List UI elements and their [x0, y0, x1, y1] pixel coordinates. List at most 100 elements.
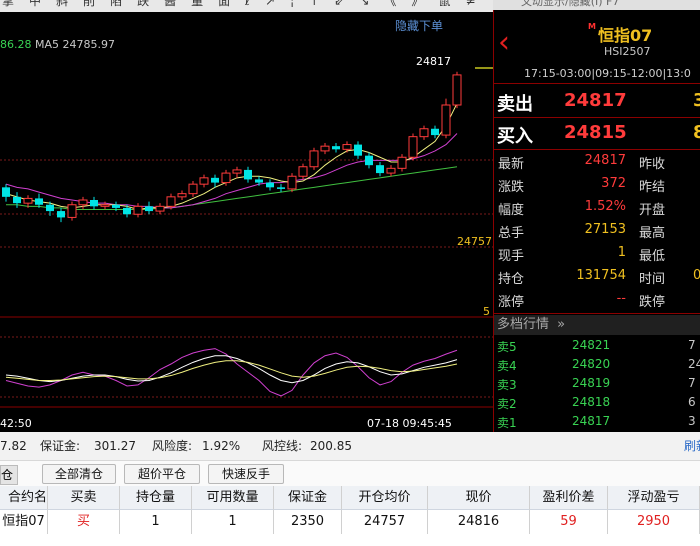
depth-volume: 3	[688, 414, 696, 428]
over-price-close-button[interactable]: 超价平仓	[124, 464, 200, 484]
quote-panel: ‹ M 恒指07 HSI2507 17:15-03:00|09:15-12:00…	[493, 10, 700, 432]
candle-body	[155, 205, 165, 212]
table-header-cell[interactable]: 盈利价差	[530, 486, 608, 510]
toolbar-tool-13-icon[interactable]: ⇙	[334, 0, 344, 7]
account-info-bar: 7.82 保证金: 301.27 风险度: 1.92% 风控线: 200.85 …	[0, 432, 700, 460]
table-cell[interactable]: 1	[192, 510, 274, 534]
candle-body	[386, 167, 396, 174]
candle-body	[320, 145, 330, 152]
candle-body	[376, 165, 384, 174]
depth-volume: 7	[688, 376, 696, 390]
toolbar-tool-7-icon[interactable]: 量	[191, 0, 203, 7]
toolbar-tool-6-icon[interactable]: 酱	[164, 0, 176, 7]
margin-value: 301.27	[94, 439, 136, 453]
table-cell[interactable]: 2350	[274, 510, 342, 534]
table-cell[interactable]: 恒指07	[0, 510, 48, 534]
candle-body	[57, 211, 65, 218]
candle-body	[2, 187, 10, 197]
top-right-menu[interactable]: 文动显示/隐藏(I) F7	[493, 0, 700, 10]
depth-row[interactable]: 卖4 24820 24	[494, 357, 700, 375]
table-cell[interactable]: 24816	[428, 510, 530, 534]
depth-price: 24821	[572, 338, 611, 352]
quote-row-value: 1.52%	[584, 199, 626, 214]
toolbar-tool-1-icon[interactable]: 中	[29, 0, 41, 7]
depth-row[interactable]: 卖3 24819 7	[494, 376, 700, 394]
double-chevron-down-icon[interactable]: »	[557, 317, 565, 332]
quote-row-label-2: 最高	[639, 226, 666, 241]
table-header-cell[interactable]: 持仓量	[120, 486, 192, 510]
toolbar-tool-15-icon[interactable]: 《	[384, 0, 396, 7]
toolbar-tool-3-icon[interactable]: 削	[83, 0, 95, 7]
candle-body	[112, 204, 120, 208]
toolbar-tool-9-icon[interactable]: ℓ	[245, 0, 250, 7]
tab-positions[interactable]: 持仓	[0, 465, 18, 485]
ma-legend: 86.28 MA5 24785.97	[0, 38, 115, 51]
quote-row-label-2: 最低	[639, 249, 666, 264]
candle-body	[452, 74, 462, 106]
candle-body	[354, 144, 362, 156]
positions-table: 合约名称恒指07买卖买持仓量1可用数量1保证金2350开仓均价24757现价24…	[0, 486, 700, 546]
table-cell[interactable]: 买	[48, 510, 120, 534]
table-header-cell[interactable]: 浮动盈亏	[608, 486, 700, 510]
avg-price-label: 24757	[457, 235, 492, 248]
contract-code: HSI2507	[604, 45, 651, 58]
kline-chart[interactable]: 24817 24757 5 42:50 07-18 09:45:45 隐藏下单 86.2…	[0, 12, 493, 432]
table-header-cell[interactable]: 合约名称	[0, 486, 48, 529]
depth-level: 卖5	[497, 340, 517, 354]
candle-body	[123, 207, 131, 215]
candle-body	[221, 172, 231, 184]
quick-reverse-button[interactable]: 快速反手	[208, 464, 284, 484]
toolbar-tool-12-icon[interactable]: ↑	[309, 0, 319, 7]
depth-volume: 24	[688, 357, 700, 371]
buy-price[interactable]: 24815	[564, 122, 627, 143]
quote-row-label: 最新	[498, 157, 525, 172]
toolbar-tool-18-icon[interactable]: ≠	[465, 0, 475, 7]
toolbar-tool-4-icon[interactable]: 陷	[110, 0, 122, 7]
table-header-cell[interactable]: 开仓均价	[342, 486, 428, 510]
divider	[494, 149, 700, 150]
depth-row[interactable]: 卖1 24817 3	[494, 414, 700, 432]
depth-level: 卖4	[497, 359, 517, 373]
table-header-cell[interactable]: 现价	[428, 486, 530, 510]
table-cell[interactable]: 2950	[608, 510, 700, 534]
quote-row-value: 27153	[584, 222, 626, 237]
close-all-button[interactable]: 全部清仓	[42, 464, 116, 484]
toolbar-tool-17-icon[interactable]: 鼠	[438, 0, 450, 7]
hide-order-link[interactable]: 隐藏下单	[395, 17, 443, 34]
quote-row-label: 涨跌	[498, 180, 525, 195]
trading-window: { "toolbar": { "icons": ["掌", "中", "斜", …	[0, 0, 700, 546]
depth-level: 卖1	[497, 416, 517, 430]
toolbar-tool-14-icon[interactable]: ↘	[359, 0, 369, 7]
toolbar-tool-0-icon[interactable]: 掌	[2, 0, 14, 7]
table-cell[interactable]: 1	[120, 510, 192, 534]
quote-row-label-2: 昨结	[639, 180, 666, 195]
contract-name: 恒指07	[598, 26, 653, 45]
toolbar-tool-16-icon[interactable]: 》	[411, 0, 423, 7]
depth-row[interactable]: 卖5 24821 7	[494, 338, 700, 356]
toolbar-tool-2-icon[interactable]: 斜	[56, 0, 68, 7]
table-cell[interactable]: 59	[530, 510, 608, 534]
candle-body	[419, 128, 429, 138]
quote-row: 涨停 -- 跌停	[494, 291, 700, 314]
table-header-cell[interactable]: 买卖	[48, 486, 120, 510]
depth-header[interactable]: 多档行情 »	[494, 315, 700, 335]
toolbar-tool-8-icon[interactable]: 面	[218, 0, 230, 7]
refresh-link[interactable]: 刷新	[684, 432, 700, 460]
chevron-left-icon[interactable]: ‹	[498, 28, 510, 58]
candle-body	[35, 198, 43, 205]
candle-body	[78, 199, 88, 206]
depth-level: 卖2	[497, 397, 517, 411]
table-cell[interactable]: 24757	[342, 510, 428, 534]
toolbar-tool-11-icon[interactable]: ¦	[290, 0, 294, 7]
depth-price: 24818	[572, 395, 611, 409]
quote-row-label-2: 跌停	[639, 295, 666, 310]
table-header-cell[interactable]: 可用数量	[192, 486, 274, 510]
table-header-cell[interactable]: 保证金	[274, 486, 342, 510]
toolbar-tool-5-icon[interactable]: 跌	[137, 0, 149, 7]
quote-row-value: 372	[601, 176, 626, 191]
candle-body	[166, 196, 176, 207]
sell-price[interactable]: 24817	[564, 90, 627, 111]
toolbar-tool-10-icon[interactable]: ↗	[265, 0, 275, 7]
candle-body	[46, 204, 54, 212]
depth-row[interactable]: 卖2 24818 6	[494, 395, 700, 413]
